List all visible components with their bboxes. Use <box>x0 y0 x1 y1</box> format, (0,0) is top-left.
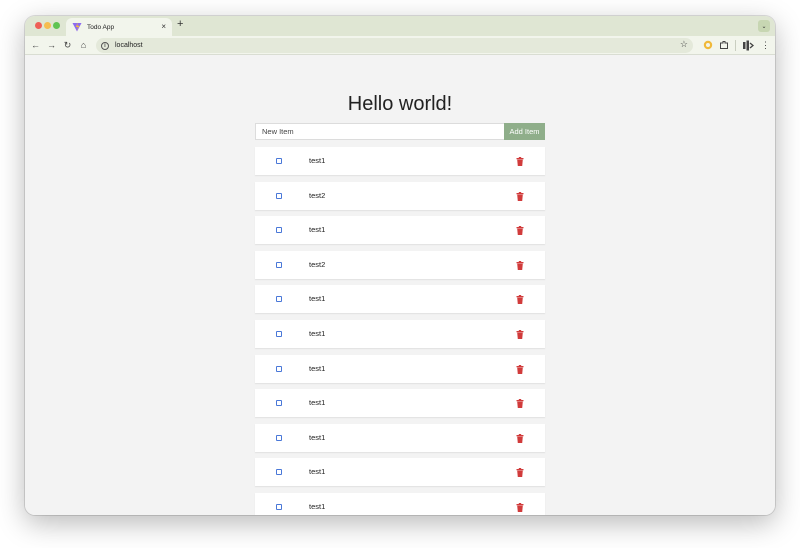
add-item-form: Add Item <box>255 123 545 140</box>
toolbar-divider <box>735 40 736 51</box>
todo-item: test1 <box>255 285 545 314</box>
tab-todo-app[interactable]: Todo App × <box>66 18 172 36</box>
tab-close-icon[interactable]: × <box>161 23 166 31</box>
todo-item: test2 <box>255 181 545 210</box>
todo-text: test2 <box>309 259 326 269</box>
minimize-window-button[interactable] <box>44 22 51 29</box>
todo-item: test1 <box>255 389 545 418</box>
trash-icon[interactable] <box>516 260 524 270</box>
profile-icon[interactable] <box>742 40 754 51</box>
browser-toolbar: ← → ↻ ⌂ i localhost ☆ ⋮ <box>25 36 775 55</box>
todo-item: test1 <box>255 147 545 175</box>
trash-icon[interactable] <box>516 364 524 374</box>
reload-icon[interactable]: ↻ <box>62 40 73 51</box>
bookmark-star-icon[interactable]: ☆ <box>680 40 688 49</box>
site-info-icon[interactable]: i <box>101 41 109 50</box>
todo-checkbox[interactable] <box>276 330 282 337</box>
browser-window: Todo App × + ⌄ ← → ↻ ⌂ i localhost ☆ ⋮ H… <box>25 16 775 515</box>
address-bar[interactable]: i localhost ☆ <box>96 38 693 53</box>
new-item-input[interactable] <box>255 123 504 140</box>
close-window-button[interactable] <box>35 22 42 29</box>
todo-text: test1 <box>309 363 326 373</box>
extension-icon[interactable] <box>703 40 713 50</box>
page-content: Hello world! Add Item test1 test2 test1 <box>25 55 775 515</box>
todo-list: test1 test2 test1 test2 test1 test1 test… <box>255 147 545 515</box>
todo-checkbox[interactable] <box>276 296 282 303</box>
todo-text: test1 <box>309 294 326 304</box>
back-icon[interactable]: ← <box>30 40 41 51</box>
todo-checkbox[interactable] <box>276 365 282 372</box>
todo-checkbox[interactable] <box>276 503 282 510</box>
trash-icon[interactable] <box>516 433 524 443</box>
forward-icon[interactable]: → <box>46 40 57 51</box>
todo-item: test1 <box>255 492 545 515</box>
todo-item: test1 <box>255 458 545 487</box>
todo-item: test1 <box>255 216 545 245</box>
todo-checkbox[interactable] <box>276 434 282 441</box>
puzzle-extensions-icon[interactable] <box>719 40 729 50</box>
trash-icon[interactable] <box>516 468 524 478</box>
todo-item: test1 <box>255 423 545 452</box>
new-tab-button[interactable]: + <box>177 19 183 30</box>
todo-text: test1 <box>309 467 326 477</box>
todo-checkbox[interactable] <box>276 400 282 407</box>
tab-search-button[interactable]: ⌄ <box>758 20 770 32</box>
trash-icon[interactable] <box>516 226 524 236</box>
todo-checkbox[interactable] <box>276 158 282 164</box>
trash-icon[interactable] <box>516 157 524 166</box>
trash-icon[interactable] <box>516 399 524 409</box>
todo-text: test1 <box>309 398 326 408</box>
trash-icon[interactable] <box>516 295 524 305</box>
browser-menu-icon[interactable]: ⋮ <box>760 40 771 51</box>
add-item-button[interactable]: Add Item <box>504 123 545 140</box>
todo-text: test1 <box>309 156 326 165</box>
trash-icon[interactable] <box>516 502 524 512</box>
url-text: localhost <box>115 42 143 49</box>
trash-icon[interactable] <box>516 329 524 339</box>
todo-checkbox[interactable] <box>276 469 282 476</box>
todo-text: test1 <box>309 225 326 235</box>
todo-item: test2 <box>255 250 545 279</box>
todo-item: test1 <box>255 354 545 383</box>
todo-text: test1 <box>309 432 326 442</box>
todo-text: test1 <box>309 328 326 338</box>
maximize-window-button[interactable] <box>53 22 60 29</box>
todo-checkbox[interactable] <box>276 192 282 199</box>
page-title: Hello world! <box>347 93 453 115</box>
todo-checkbox[interactable] <box>276 261 282 268</box>
home-icon[interactable]: ⌂ <box>78 40 89 51</box>
vite-logo-icon <box>72 22 82 32</box>
tab-strip: Todo App × + ⌄ <box>25 16 775 36</box>
todo-item: test1 <box>255 319 545 348</box>
trash-icon[interactable] <box>516 191 524 201</box>
todo-text: test1 <box>309 501 326 511</box>
todo-checkbox[interactable] <box>276 227 282 234</box>
tab-title: Todo App <box>87 23 115 31</box>
todo-text: test2 <box>309 190 326 200</box>
